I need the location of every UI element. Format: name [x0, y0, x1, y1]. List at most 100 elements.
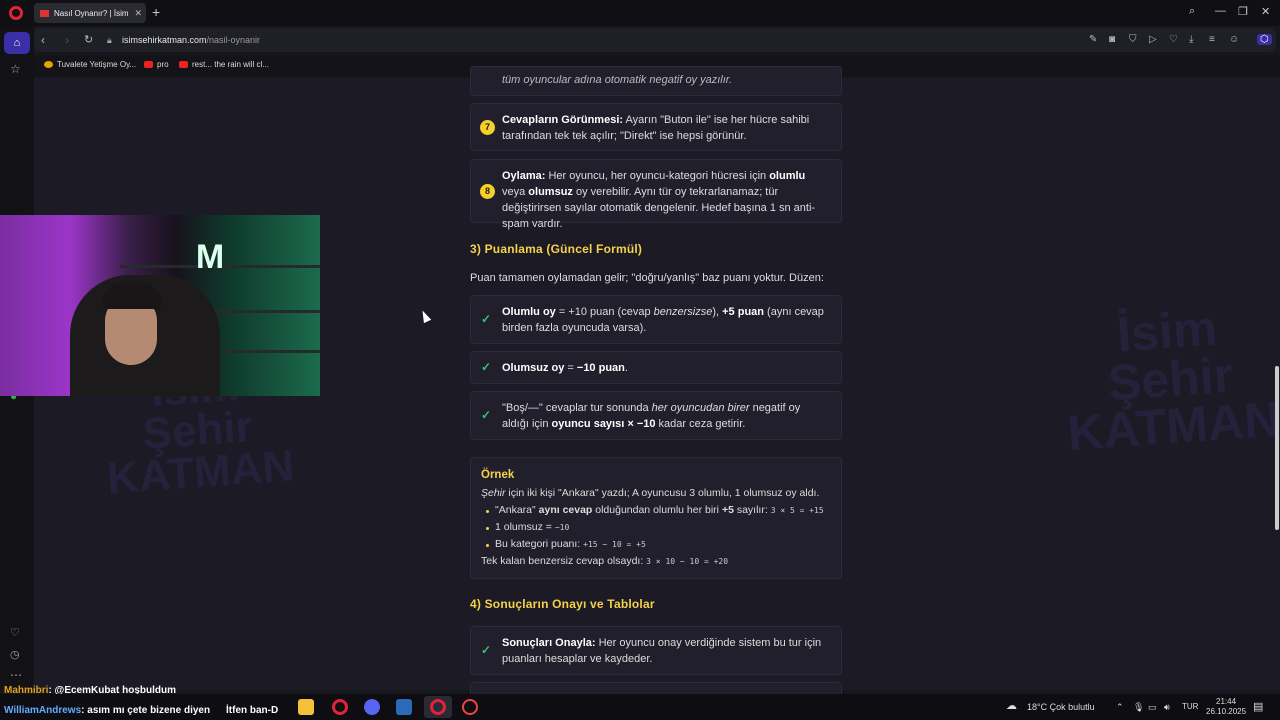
opera-icon[interactable]	[430, 699, 446, 715]
page-scrollbar[interactable]	[1275, 366, 1279, 530]
score-text: = +10 puan (cevap	[555, 306, 654, 318]
edit-icon[interactable]: ✎	[1089, 34, 1097, 45]
tab-bar	[0, 0, 1280, 26]
check-icon: ✓	[481, 408, 492, 422]
discord-icon[interactable]	[364, 699, 380, 715]
language-indicator[interactable]: TUR	[1182, 702, 1198, 711]
bookmark-1-label: Tuvalete Yetişme Oy...	[57, 60, 137, 69]
bookmark-2-label: pro	[157, 60, 169, 69]
example-italic: Şehir	[481, 487, 506, 499]
obs-icon[interactable]	[462, 699, 478, 715]
webcam-overlay: M	[0, 215, 320, 396]
favorites-icon[interactable]: ♡	[10, 626, 20, 639]
rule-card-7: 7 Cevapların Görünmesi: Ayarın "Buton il…	[470, 103, 842, 151]
example-text: Tek kalan benzersiz cevap olsaydı:	[481, 555, 647, 567]
extensions-icon[interactable]: ⬡	[1257, 34, 1272, 45]
close-tab-icon[interactable]: ✕	[134, 8, 142, 19]
play-icon[interactable]: ▷	[1149, 34, 1157, 45]
network-icon[interactable]: ▭	[1148, 702, 1157, 713]
score-card-positive: ✓ Olumlu oy = +10 puan (cevap benzersizs…	[470, 295, 842, 344]
example-list: "Ankara" aynı cevap olduğundan olumlu he…	[481, 502, 831, 553]
bookmark-1[interactable]: Tuvalete Yetişme Oy...	[44, 60, 136, 69]
shield-icon[interactable]: ⛉	[1129, 34, 1137, 45]
restore-icon[interactable]: ❐	[1238, 5, 1248, 18]
lock-icon[interactable]: 🔒︎	[107, 35, 112, 46]
wm-word: KATMAN	[1065, 390, 1280, 462]
section-3-heading: 3) Puanlama (Güncel Formül)	[470, 242, 643, 256]
profile-icon[interactable]: ☺	[1229, 34, 1239, 45]
minimize-icon[interactable]: —	[1215, 5, 1226, 17]
score-bold: −10 puan	[576, 362, 625, 374]
check-icon: ✓	[481, 643, 492, 657]
shelf	[210, 350, 320, 353]
example-bold: +5	[721, 504, 734, 516]
rule-bold: olumlu	[769, 170, 806, 182]
close-window-icon[interactable]: ✕	[1261, 5, 1270, 18]
example-code: 3 × 5 = +15	[770, 506, 824, 515]
mic-icon[interactable]: 🎙︎	[1133, 702, 1144, 713]
example-text: "Ankara"	[495, 504, 539, 516]
chat-user: WilliamAndrews	[4, 705, 82, 716]
score-bold: Olumsuz oy	[502, 362, 565, 374]
score-bold: +5 puan	[722, 306, 764, 318]
example-bullet-3: Bu kategori puanı: +15 − 10 = +5	[486, 536, 831, 553]
opera-gx-icon[interactable]	[332, 699, 348, 715]
clock-time: 21:44	[1216, 697, 1237, 706]
more-icon[interactable]: ⋯	[10, 668, 22, 682]
youtube-icon	[144, 61, 153, 68]
monster-logo-icon: M	[195, 238, 225, 276]
tab-title: Nasıl Oynanır? | İsim Şehir	[54, 8, 130, 18]
camera-icon[interactable]: ◙	[1109, 34, 1115, 45]
watermark-right: İsim Şehir KATMAN	[1059, 300, 1280, 462]
section-3-intro: Puan tamamen oylamadan gelir; "doğru/yan…	[470, 272, 824, 284]
history-icon[interactable]: ◷	[10, 648, 20, 661]
menu-icon[interactable]: ≡	[1209, 34, 1215, 45]
app-icon[interactable]	[396, 699, 412, 715]
example-text: 1 olumsuz =	[495, 521, 555, 533]
tray-chevron-icon[interactable]: ⌃	[1116, 702, 1124, 713]
example-text: sayılır:	[733, 504, 771, 516]
example-text: olduğundan olumlu her biri	[592, 504, 722, 516]
download-icon[interactable]: ⤓	[1189, 34, 1193, 45]
weather-icon[interactable]: ☁	[1006, 699, 1017, 712]
back-icon[interactable]: ‹	[41, 33, 45, 47]
home-icon[interactable]: ⌂	[4, 32, 30, 54]
forward-icon[interactable]: ›	[65, 33, 69, 47]
example-bold: aynı cevap	[538, 504, 593, 516]
confirm-card: ✓ Sonuçları Onayla: Her oyuncu onay verd…	[470, 626, 842, 675]
example-code: +15 − 10 = +5	[583, 540, 646, 549]
score-text: .	[624, 362, 628, 374]
new-tab-icon[interactable]: +	[152, 4, 160, 20]
bookmark-3-label: rest... the rain will cl...	[192, 60, 269, 69]
weather-text[interactable]: 18°C Çok bulutlu	[1027, 702, 1095, 712]
bookmark-2[interactable]: pro	[144, 60, 169, 69]
chat-text: : asım mı çete bizene diyen	[81, 705, 211, 716]
score-text: ),	[712, 306, 723, 318]
example-box: Örnek Şehir için iki kişi "Ankara" yazdı…	[470, 457, 842, 579]
opera-logo-icon[interactable]	[9, 6, 23, 20]
url-text[interactable]: isimsehirkatman.com/nasil-oynanir	[122, 35, 260, 45]
example-line-1: Şehir için iki kişi "Ankara" yazdı; A oy…	[481, 485, 831, 502]
tab-active[interactable]: Nasıl Oynanır? | İsim Şehir ✕	[34, 3, 146, 23]
reload-icon[interactable]: ↻	[84, 33, 93, 46]
rule-card-8: 8 Oylama: Her oyuncu, her oyuncu-kategor…	[470, 159, 842, 230]
rule-text: Her oyuncu, her oyuncu-kategori hücresi …	[545, 170, 770, 182]
clock[interactable]: 21:44 26.10.2025	[1206, 697, 1246, 717]
heart-icon[interactable]: ♡	[1169, 34, 1178, 45]
confirm-bold: Sonuçları Onayla:	[502, 637, 596, 649]
trophy-icon	[44, 61, 53, 68]
score-text: =	[564, 362, 577, 374]
chat-message-3: İtfen ban-D	[226, 705, 279, 716]
streamer-hair	[102, 283, 162, 309]
notification-icon[interactable]: ▤	[1253, 700, 1263, 713]
wm-word: KATMAN	[105, 441, 296, 503]
score-bold: Olumlu oy	[502, 306, 556, 318]
speed-dial-icon[interactable]: ☆	[10, 62, 21, 76]
search-tabs-icon[interactable]: ⌕	[1189, 5, 1195, 18]
example-title: Örnek	[481, 469, 515, 481]
volume-icon[interactable]: 🔊︎	[1164, 702, 1170, 713]
bookmark-3[interactable]: rest... the rain will cl...	[179, 60, 269, 69]
rule-lead: Oylama:	[502, 170, 546, 182]
favicon-icon	[40, 9, 49, 17]
file-explorer-icon[interactable]	[298, 699, 314, 715]
